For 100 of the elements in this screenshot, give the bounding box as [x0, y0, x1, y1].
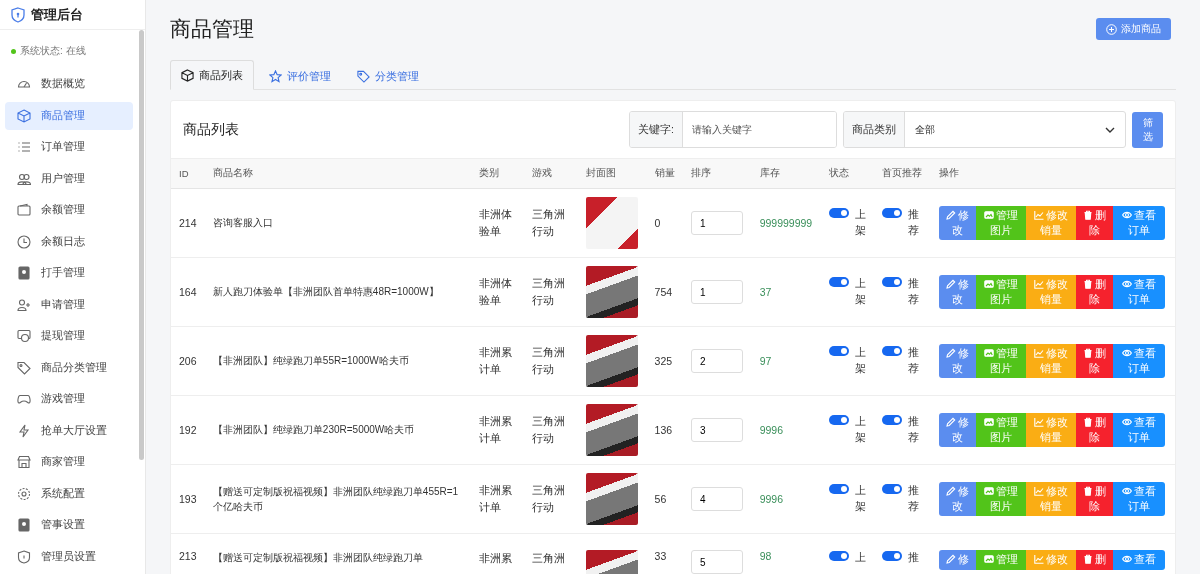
- toggle-switch[interactable]: [881, 551, 902, 561]
- images-action-button[interactable]: 管理图片: [975, 413, 1026, 447]
- line-chart-icon: [1033, 554, 1044, 565]
- toggle-switch[interactable]: [828, 551, 849, 561]
- game-cell-text: 三角洲行动: [532, 207, 567, 239]
- edit-action-button[interactable]: 修改: [938, 413, 976, 447]
- sort-input[interactable]: 2: [690, 349, 743, 373]
- toggle-switch[interactable]: [828, 208, 849, 219]
- sort-input[interactable]: 3: [690, 418, 743, 442]
- sidebar-item[interactable]: 订单管理: [5, 133, 133, 161]
- image-icon: [983, 486, 994, 496]
- page-title: 商品管理: [170, 16, 254, 42]
- sidebar-item[interactable]: 申请管理: [5, 290, 133, 319]
- cover-image-placeholder: [585, 473, 638, 525]
- game-cell-text: 三角洲行动: [532, 276, 567, 308]
- images-action-button[interactable]: 管理图片: [975, 482, 1026, 516]
- toggle-switch[interactable]: [881, 208, 902, 219]
- images-action-button[interactable]: 管理图片: [975, 344, 1026, 378]
- keyword-field[interactable]: 关键字: 请输入关键字: [629, 111, 837, 148]
- delete-action-button[interactable]: 删除: [1075, 206, 1113, 240]
- delete-action-button[interactable]: 删除: [1075, 344, 1113, 378]
- toggle-switch[interactable]: [881, 415, 902, 426]
- trash-icon: [1082, 279, 1093, 289]
- orders-action-button[interactable]: 查看订单: [1112, 275, 1165, 309]
- star-icon: [269, 69, 282, 83]
- box-icon: [181, 68, 194, 82]
- stock-cell: 999999999: [759, 217, 813, 229]
- sort-input[interactable]: 5: [690, 550, 743, 574]
- users-icon: [17, 171, 31, 186]
- orders-action-button[interactable]: 查看订单: [1112, 482, 1165, 516]
- tab[interactable]: 评价管理: [258, 61, 342, 90]
- delete-action-button[interactable]: 删除: [1075, 482, 1113, 516]
- orders-action-button[interactable]: 查看: [1112, 550, 1165, 570]
- tab[interactable]: 商品列表: [170, 60, 254, 90]
- game-cell-text: 三角洲: [532, 551, 567, 566]
- toggle-switch[interactable]: [881, 277, 902, 288]
- toggle-switch[interactable]: [828, 484, 849, 495]
- trash-icon: [1082, 348, 1093, 358]
- sidebar-item[interactable]: 数据概览: [5, 70, 133, 98]
- orders-action-button[interactable]: 查看订单: [1112, 413, 1165, 447]
- pencil-icon: [945, 210, 956, 220]
- toggle-label: 推: [907, 550, 919, 565]
- edit-action-button[interactable]: 修改: [938, 206, 976, 240]
- category-cell-text: 非洲体验单: [478, 276, 513, 308]
- pencil-icon: [945, 486, 956, 496]
- sidebar-item[interactable]: 余额日志: [5, 227, 133, 256]
- sidebar-item[interactable]: 余额管理: [5, 196, 133, 224]
- filter-button[interactable]: 筛选: [1132, 111, 1163, 148]
- cover-image-placeholder: [585, 335, 638, 387]
- sort-input[interactable]: 1: [690, 280, 743, 304]
- edit-action-button[interactable]: 修改: [938, 482, 976, 516]
- sort-input[interactable]: 4: [690, 487, 743, 511]
- edit-action-button[interactable]: 修改: [938, 275, 976, 309]
- delete-action-button[interactable]: 删除: [1075, 275, 1113, 309]
- tab[interactable]: 分类管理: [346, 61, 430, 90]
- sidebar-item[interactable]: 游戏管理: [5, 385, 133, 413]
- orders-action-button[interactable]: 查看订单: [1112, 344, 1165, 378]
- sidebar-item[interactable]: 系统配置: [5, 479, 133, 508]
- sidebar-item[interactable]: 商品分类管理: [5, 353, 133, 382]
- toggle-switch[interactable]: [881, 484, 902, 495]
- add-product-button[interactable]: 添加商品: [1096, 18, 1171, 40]
- pencil-icon: [945, 348, 956, 358]
- column-header: 游戏: [532, 167, 553, 178]
- sidebar-item[interactable]: 打手管理: [5, 259, 133, 287]
- column-header: 销量: [654, 167, 675, 178]
- sort-input[interactable]: 1: [690, 211, 743, 235]
- images-action-button[interactable]: 管理: [975, 550, 1026, 570]
- column-header: 封面图: [585, 167, 616, 178]
- toggle-label: 推荐: [907, 483, 919, 514]
- edit-action-button[interactable]: 修改: [938, 344, 976, 378]
- toggle-switch[interactable]: [881, 346, 902, 357]
- eye-icon: [1121, 210, 1132, 220]
- toggle-switch[interactable]: [828, 346, 849, 357]
- sidebar-item[interactable]: 用户管理: [5, 164, 133, 193]
- sidebar-scrollbar[interactable]: [139, 30, 144, 460]
- images-action-button[interactable]: 管理图片: [975, 275, 1026, 309]
- toggle-label: 推荐: [907, 345, 919, 376]
- product-name: 【非洲团队】纯绿跑刀单55R=1000W哈夫币: [212, 355, 409, 367]
- sidebar-item[interactable]: 商品管理: [5, 101, 133, 130]
- sales-cell: 325: [654, 355, 673, 367]
- sidebar-item[interactable]: 抢单大厅设置: [5, 416, 133, 445]
- orders-action-button[interactable]: 查看订单: [1112, 206, 1165, 240]
- sales-cell: 754: [654, 286, 673, 298]
- edit-action-button[interactable]: 修: [938, 550, 976, 570]
- image-icon: [983, 210, 994, 220]
- sidebar-item[interactable]: 商家管理: [5, 448, 133, 476]
- wallet-icon: [17, 203, 31, 217]
- toggle-switch[interactable]: [828, 415, 849, 426]
- toggle-switch[interactable]: [828, 277, 849, 288]
- sales-cell: 0: [654, 217, 661, 229]
- store-icon: [17, 455, 31, 469]
- column-header: 库存: [759, 167, 780, 178]
- sidebar-item[interactable]: 管事设置: [5, 511, 133, 539]
- images-action-button[interactable]: 管理图片: [975, 206, 1026, 240]
- card-title: 商品列表: [183, 120, 239, 139]
- sidebar-item[interactable]: 提现管理: [5, 322, 133, 350]
- delete-action-button[interactable]: 删除: [1075, 413, 1113, 447]
- toggle-label: 上: [854, 550, 866, 565]
- delete-action-button[interactable]: 删: [1075, 550, 1113, 570]
- sidebar-item[interactable]: 管理员设置: [5, 542, 133, 571]
